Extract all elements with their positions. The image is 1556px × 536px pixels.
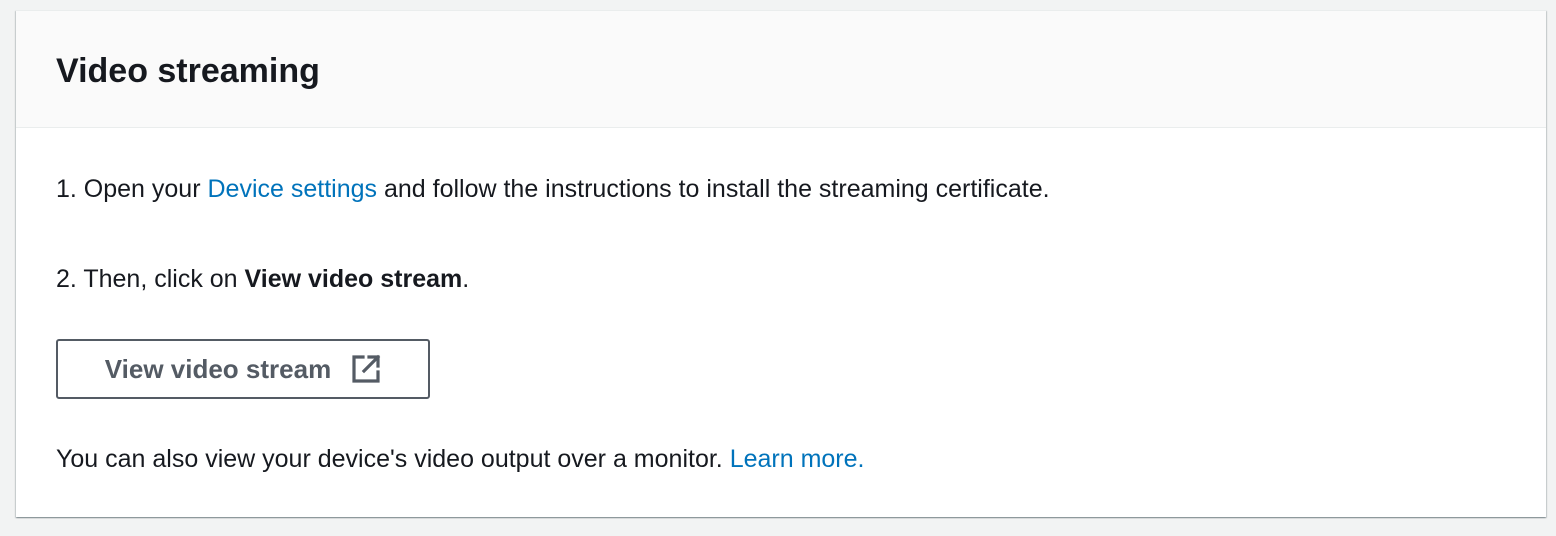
instruction-step-2: 2. Then, click on View video stream. (56, 263, 469, 295)
view-video-stream-label: View video stream (104, 353, 332, 384)
learn-more-link[interactable]: Learn more. (730, 445, 865, 473)
step-2-prefix: 2. Then, click on (56, 265, 245, 293)
step-1-suffix: and follow the instructions to install t… (377, 175, 1050, 203)
step-2-button-reference: View video stream (244, 265, 463, 293)
panel-header: Video streaming (16, 11, 1546, 128)
external-link-icon (351, 354, 381, 384)
monitor-note: You can also view your device's video ou… (56, 443, 864, 475)
monitor-note-text: You can also view your device's video ou… (56, 445, 730, 473)
instruction-step-1: 1. Open your Device settings and follow … (56, 173, 1050, 205)
step-2-suffix: . (462, 265, 470, 293)
device-settings-link[interactable]: Device settings (207, 175, 377, 203)
step-1-prefix: 1. Open your (56, 175, 208, 203)
video-streaming-panel: Video streaming 1. Open your Device sett… (16, 10, 1546, 517)
view-video-stream-button[interactable]: View video stream (56, 339, 430, 399)
panel-title: Video streaming (56, 51, 320, 90)
